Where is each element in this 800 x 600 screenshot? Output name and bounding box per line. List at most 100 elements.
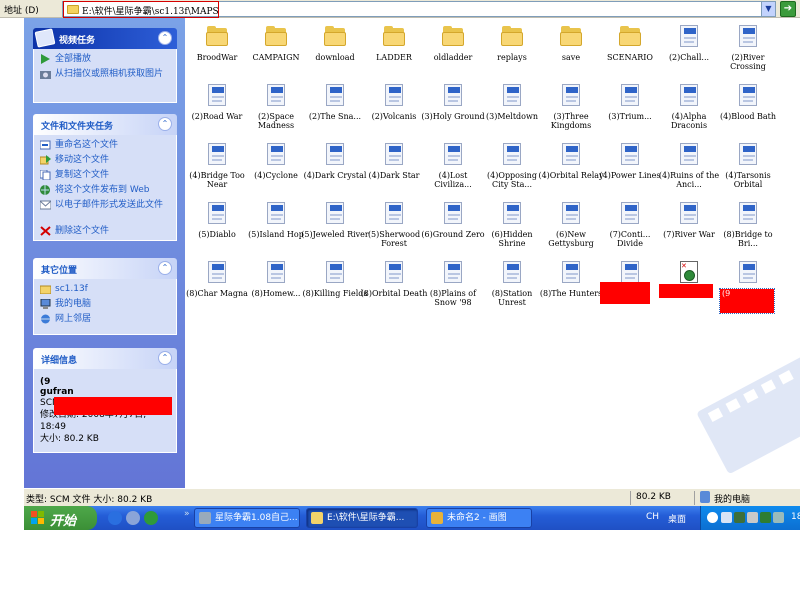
map-file-icon [323, 143, 347, 167]
folder-item[interactable]: oldladder [423, 20, 483, 76]
tray-network-icon[interactable] [721, 512, 732, 523]
file-item[interactable]: (4)Dark Crystal [304, 138, 366, 194]
address-input[interactable]: E:\软件\星际争霸\sc1.13f\MAPS ▼ [62, 1, 776, 18]
get-pictures-link[interactable]: 从扫描仪或照相机获取图片 [40, 68, 170, 94]
file-item[interactable]: (9 [718, 256, 778, 314]
file-item[interactable]: (3)Holy Ground [421, 79, 485, 135]
taskbar-window-explorer[interactable]: E:\软件\星际争霸... [306, 508, 418, 528]
folder-item[interactable]: replays [482, 20, 542, 76]
chevron-up-icon[interactable]: ⌃ [158, 117, 172, 131]
file-item[interactable]: (3)Meltdown [482, 79, 542, 135]
file-label: SCENARIO [607, 53, 653, 62]
chevron-down-icon[interactable]: ▼ [761, 2, 775, 16]
tray-volume-icon[interactable] [747, 512, 758, 523]
delete-file-link[interactable]: 删除这个文件 [40, 225, 170, 240]
file-item[interactable] [600, 256, 660, 312]
play-all-link[interactable]: 全部播放 [40, 53, 170, 68]
file-item[interactable]: (5)Diablo [187, 197, 247, 253]
file-item[interactable]: (7)Conti... Divide [600, 197, 660, 253]
go-button[interactable]: ➔ [780, 1, 796, 17]
file-item[interactable]: (8)Plains of Snow '98 [423, 256, 483, 312]
file-item[interactable]: (3)Three Kingdoms [541, 79, 601, 135]
file-item[interactable]: (4)Alpha Draconis [659, 79, 719, 135]
file-item[interactable]: (2)River Crossing [718, 20, 778, 76]
file-item[interactable]: (5)Jeweled River [301, 197, 369, 253]
folder-item[interactable]: BroodWar [187, 20, 247, 76]
file-label: LADDER [376, 53, 412, 62]
start-button[interactable]: 开始 [24, 506, 97, 530]
file-item[interactable]: (2)Chall... [659, 20, 719, 76]
file-item[interactable]: (7)River War [659, 197, 719, 253]
chevron-up-icon[interactable]: ⌃ [158, 351, 172, 365]
file-item[interactable]: (4)Dark Star [364, 138, 424, 194]
details-header[interactable]: 详细信息 ⌃ [33, 348, 177, 369]
file-item[interactable]: (6)Hidden Shrine [482, 197, 542, 253]
file-item[interactable]: (3)Trium... [600, 79, 660, 135]
place-sc113f-link[interactable]: sc1.13f [40, 283, 170, 298]
file-item[interactable]: (8)Orbital Death [361, 256, 427, 312]
file-item[interactable]: (2)The Sna... [305, 79, 365, 135]
publish-web-link[interactable]: 将这个文件发布到 Web [40, 184, 170, 199]
tray-arrow-icon[interactable] [707, 512, 718, 523]
desktop-toolbar[interactable]: 桌面 [668, 512, 686, 525]
file-item[interactable]: (6)New Gettysburg [541, 197, 601, 253]
file-item[interactable]: (4)Opposing City Sta... [482, 138, 542, 194]
file-item[interactable]: (4)Cyclone [246, 138, 306, 194]
move-file-link[interactable]: 移动这个文件 [40, 154, 170, 169]
place-my-computer-link[interactable]: 我的电脑 [40, 298, 170, 313]
tray-security-icon[interactable] [760, 512, 771, 523]
file-item[interactable]: (2)Road War [187, 79, 247, 135]
address-path[interactable]: E:\软件\星际争霸\sc1.13f\MAPS [82, 4, 219, 17]
file-item[interactable]: (4)Power Lines [599, 138, 661, 194]
file-item[interactable]: (4)Lost Civiliza... [423, 138, 483, 194]
file-item[interactable]: (8)Bridge to Bri... [718, 197, 778, 253]
media-icon[interactable] [126, 511, 140, 525]
place-network-link[interactable]: 网上邻居 [40, 313, 170, 328]
map-file-icon [677, 84, 701, 108]
file-item[interactable]: (8)Killing Fields [303, 256, 368, 312]
language-indicator[interactable]: CH [646, 512, 659, 522]
email-file-link[interactable]: 以电子邮件形式发送此文件 [40, 199, 170, 225]
file-item[interactable]: (8)Station Unrest [482, 256, 542, 312]
copy-file-link[interactable]: 复制这个文件 [40, 169, 170, 184]
chevron-up-icon[interactable]: ⌃ [158, 31, 172, 45]
file-item[interactable]: (4)Tarsonis Orbital [718, 138, 778, 194]
map-file-icon [205, 202, 229, 226]
map-file-icon [323, 84, 347, 108]
file-view[interactable]: BroodWar CAMPAIGN download LADDER oldladder r… [185, 18, 800, 488]
video-tasks-header[interactable]: 视频任务 ⌃ [33, 28, 177, 49]
chevron-up-icon[interactable]: ⌃ [158, 261, 172, 275]
map-file-icon [441, 84, 465, 108]
other-places-header[interactable]: 其它位置 ⌃ [33, 258, 177, 279]
file-item[interactable]: (4)Orbital Relay [538, 138, 604, 194]
file-item[interactable]: (8)Char Magna [186, 256, 248, 312]
quicklaunch-more-icon[interactable]: » [184, 509, 190, 519]
file-item[interactable]: ✕ [659, 256, 719, 312]
folder-item[interactable]: download [305, 20, 365, 76]
file-label: (2)The Sna... [308, 112, 362, 121]
taskbar-window-starcraft[interactable]: 星际争霸1.08自己... [194, 508, 300, 528]
file-item[interactable]: (4)Bridge Too Near [187, 138, 247, 194]
file-tasks-header[interactable]: 文件和文件夹任务 ⌃ [33, 114, 177, 135]
file-item[interactable]: (5)Island Hop [246, 197, 306, 253]
file-item[interactable]: (4)Ruins of the Anci... [659, 138, 719, 194]
file-item[interactable]: (2)Space Madness [246, 79, 306, 135]
file-item[interactable]: (5)Sherwood Forest [364, 197, 424, 253]
file-item[interactable]: (8)The Hunters [540, 256, 602, 312]
folder-item[interactable]: LADDER [364, 20, 424, 76]
ie-icon[interactable] [108, 511, 122, 525]
file-item[interactable]: (8)Homew... [246, 256, 306, 312]
folder-item[interactable]: CAMPAIGN [246, 20, 306, 76]
file-item[interactable]: (2)Volcanis [364, 79, 424, 135]
folder-item[interactable]: SCENARIO [600, 20, 660, 76]
tray-misc-icon[interactable] [773, 512, 784, 523]
folder-item[interactable]: save [541, 20, 601, 76]
messenger-icon[interactable] [144, 511, 158, 525]
copy-file-label: 复制这个文件 [55, 170, 110, 180]
tray-app-icon[interactable] [734, 512, 745, 523]
file-item[interactable]: (6)Ground Zero [421, 197, 485, 253]
rename-file-link[interactable]: 重命名这个文件 [40, 139, 170, 154]
file-label: (6)New Gettysburg [548, 230, 594, 248]
file-item[interactable]: (4)Blood Bath [718, 79, 778, 135]
taskbar-window-paint[interactable]: 未命名2 - 画图 [426, 508, 532, 528]
